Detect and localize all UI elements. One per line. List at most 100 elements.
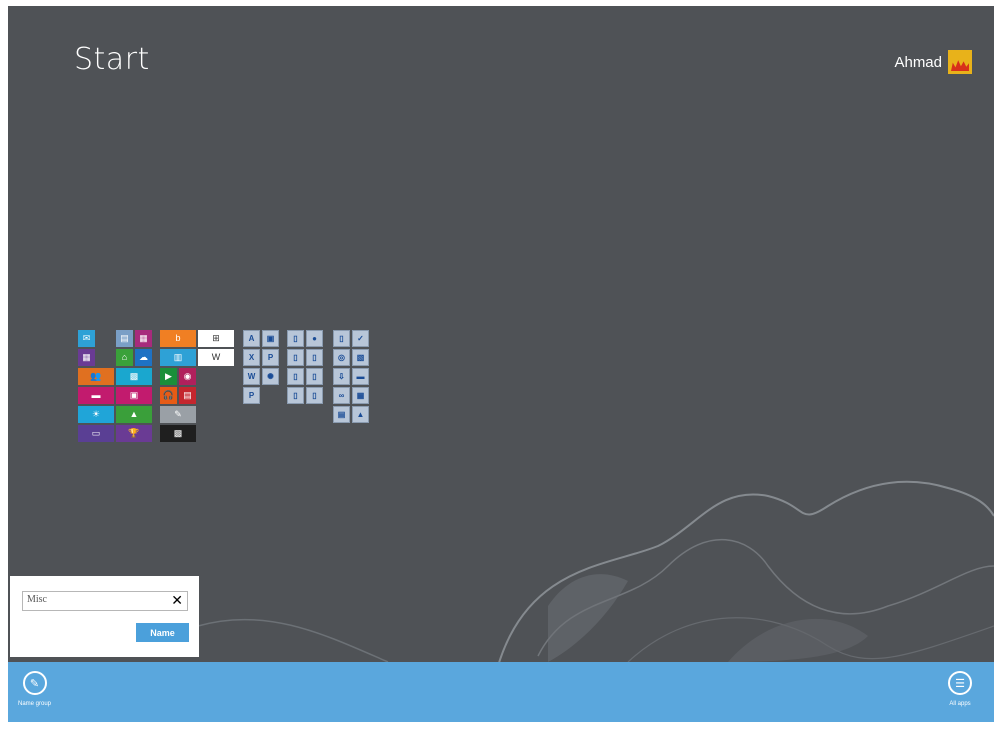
tile-document-3-icon: ▯ bbox=[312, 352, 317, 362]
tile-firefox[interactable]: ● bbox=[306, 330, 323, 347]
tile-paint[interactable]: ▲ bbox=[352, 406, 369, 423]
tile-document-2[interactable]: ▯ bbox=[287, 349, 304, 366]
tile-control-panel-icon: ▤ bbox=[337, 409, 346, 419]
tile-document-3[interactable]: ▯ bbox=[306, 349, 323, 366]
tile-sticky-notes-icon: ✎ bbox=[174, 409, 182, 419]
start-screen: Start Ahmad ✉ ▤ ▦ b ⊞ A ▣ ▯ ● ▯ ✓ ▦ ⌂ ☁ ▥ W X P ▯ ▯ ◎ ▧ 👥 ▩ ▶ ◉ W ✺… bbox=[8, 6, 994, 722]
tile-finance[interactable]: ▲ bbox=[116, 406, 152, 423]
tile-maps-icon: ▦ bbox=[139, 333, 148, 343]
tile-messaging[interactable]: ▬ bbox=[78, 387, 114, 404]
tile-windows[interactable]: ⊞ bbox=[198, 330, 234, 347]
all-apps-command[interactable]: ☰ All apps bbox=[948, 671, 972, 707]
tile-music[interactable]: 🎧 bbox=[160, 387, 177, 404]
name-group-command[interactable]: ✎ Name group bbox=[18, 671, 51, 707]
tile-folder[interactable]: ▯ bbox=[287, 368, 304, 385]
tile-store-icon: ⌂ bbox=[121, 352, 128, 362]
tile-publisher-icon: P bbox=[248, 390, 255, 400]
tile-picture-icon: ▣ bbox=[266, 333, 275, 343]
list-icon: ☰ bbox=[948, 671, 972, 695]
tile-network[interactable]: ◎ bbox=[333, 349, 350, 366]
tile-photos-2-icon: ▩ bbox=[129, 371, 139, 381]
tile-photos-icon: ▥ bbox=[173, 352, 183, 362]
tile-calendar[interactable]: ▦ bbox=[78, 349, 95, 366]
tile-windows-icon: ⊞ bbox=[212, 333, 220, 343]
page-title: Start bbox=[74, 42, 150, 77]
tile-console-icon: ▬ bbox=[356, 371, 365, 381]
tile-access[interactable]: A bbox=[243, 330, 260, 347]
tile-news[interactable]: ▤ bbox=[116, 330, 133, 347]
name-group-flyout: Misc ✕ Name bbox=[10, 576, 199, 657]
tile-people[interactable]: 👥 bbox=[78, 368, 114, 385]
tile-sun[interactable]: ✺ bbox=[262, 368, 279, 385]
app-bar: ✎ Name group ☰ All apps bbox=[8, 662, 994, 722]
tile-bing[interactable]: b bbox=[160, 330, 196, 347]
tile-mail-icon: ✉ bbox=[82, 333, 91, 343]
tile-file-3[interactable]: ▯ bbox=[287, 387, 304, 404]
tile-download-icon: ⇩ bbox=[338, 371, 345, 381]
tile-folder-2[interactable]: ▯ bbox=[306, 368, 323, 385]
tile-weather[interactable]: ☀ bbox=[78, 406, 114, 423]
tile-photos[interactable]: ▥ bbox=[160, 349, 196, 366]
tile-notes-icon: ▩ bbox=[173, 428, 183, 438]
tile-network-icon: ◎ bbox=[338, 352, 345, 362]
tile-excel[interactable]: X bbox=[243, 349, 260, 366]
tile-sun-icon: ✺ bbox=[267, 371, 274, 381]
name-button[interactable]: Name bbox=[136, 623, 189, 642]
tile-file-3-icon: ▯ bbox=[293, 390, 298, 400]
tile-image-icon: ▧ bbox=[356, 352, 365, 362]
user-name: Ahmad bbox=[894, 53, 942, 71]
tile-video[interactable]: ▣ bbox=[116, 387, 152, 404]
tile-desktop[interactable]: ▭ bbox=[78, 425, 114, 442]
group-name-input[interactable]: Misc ✕ bbox=[22, 591, 188, 611]
tile-store[interactable]: ⌂ bbox=[116, 349, 133, 366]
tile-check[interactable]: ✓ bbox=[352, 330, 369, 347]
tile-console[interactable]: ▬ bbox=[352, 368, 369, 385]
tile-messaging-icon: ▬ bbox=[91, 390, 101, 400]
tile-reader[interactable]: ▤ bbox=[179, 387, 196, 404]
name-group-label: Name group bbox=[18, 701, 52, 707]
tile-folder-2-icon: ▯ bbox=[312, 371, 317, 381]
tile-publisher[interactable]: P bbox=[243, 387, 260, 404]
tile-sports-icon: 🏆 bbox=[128, 428, 140, 438]
tile-notes[interactable]: ▩ bbox=[160, 425, 196, 442]
tile-picture[interactable]: ▣ bbox=[262, 330, 279, 347]
tile-desktop-icon: ▭ bbox=[91, 428, 101, 438]
all-apps-label: All apps bbox=[949, 701, 971, 707]
tile-file-icon: ▯ bbox=[339, 333, 344, 343]
tile-powerpoint-icon: P bbox=[267, 352, 274, 362]
tile-finance-icon: ▲ bbox=[129, 409, 139, 419]
tile-download[interactable]: ⇩ bbox=[333, 368, 350, 385]
tile-file-4[interactable]: ▯ bbox=[306, 387, 323, 404]
pencil-icon: ✎ bbox=[22, 671, 47, 695]
user-account[interactable]: Ahmad bbox=[894, 50, 972, 74]
tile-file-4-icon: ▯ bbox=[312, 390, 317, 400]
tile-visual-studio-icon: ∞ bbox=[338, 390, 345, 400]
tile-maps[interactable]: ▦ bbox=[135, 330, 152, 347]
tile-skydrive-icon: ☁ bbox=[139, 352, 148, 362]
tile-mail[interactable]: ✉ bbox=[78, 330, 95, 347]
tile-sticky-notes[interactable]: ✎ bbox=[160, 406, 196, 423]
tile-calendar-icon: ▦ bbox=[82, 352, 91, 362]
tile-word[interactable]: W bbox=[243, 368, 260, 385]
tile-games-icon: ▶ bbox=[165, 371, 172, 381]
tile-document[interactable]: ▯ bbox=[287, 330, 304, 347]
tile-powerpoint[interactable]: P bbox=[262, 349, 279, 366]
tile-file[interactable]: ▯ bbox=[333, 330, 350, 347]
tile-skydrive[interactable]: ☁ bbox=[135, 349, 152, 366]
tile-people-icon: 👥 bbox=[90, 371, 102, 381]
tile-weather-icon: ☀ bbox=[91, 409, 101, 419]
clear-icon[interactable]: ✕ bbox=[171, 593, 183, 609]
tile-image[interactable]: ▧ bbox=[352, 349, 369, 366]
tile-firefox-icon: ● bbox=[312, 333, 317, 343]
tile-control-panel[interactable]: ▤ bbox=[333, 406, 350, 423]
tile-document-icon: ▯ bbox=[293, 333, 298, 343]
tile-visual-studio[interactable]: ∞ bbox=[333, 387, 350, 404]
tile-sheet[interactable]: ▦ bbox=[352, 387, 369, 404]
tile-music-icon: 🎧 bbox=[162, 390, 175, 400]
tile-games[interactable]: ▶ bbox=[160, 368, 177, 385]
tile-bing-icon: b bbox=[175, 333, 181, 343]
tile-sports[interactable]: 🏆 bbox=[116, 425, 152, 442]
tile-camera[interactable]: ◉ bbox=[179, 368, 196, 385]
tile-wikipedia[interactable]: W bbox=[198, 349, 234, 366]
tile-photos-2[interactable]: ▩ bbox=[116, 368, 152, 385]
